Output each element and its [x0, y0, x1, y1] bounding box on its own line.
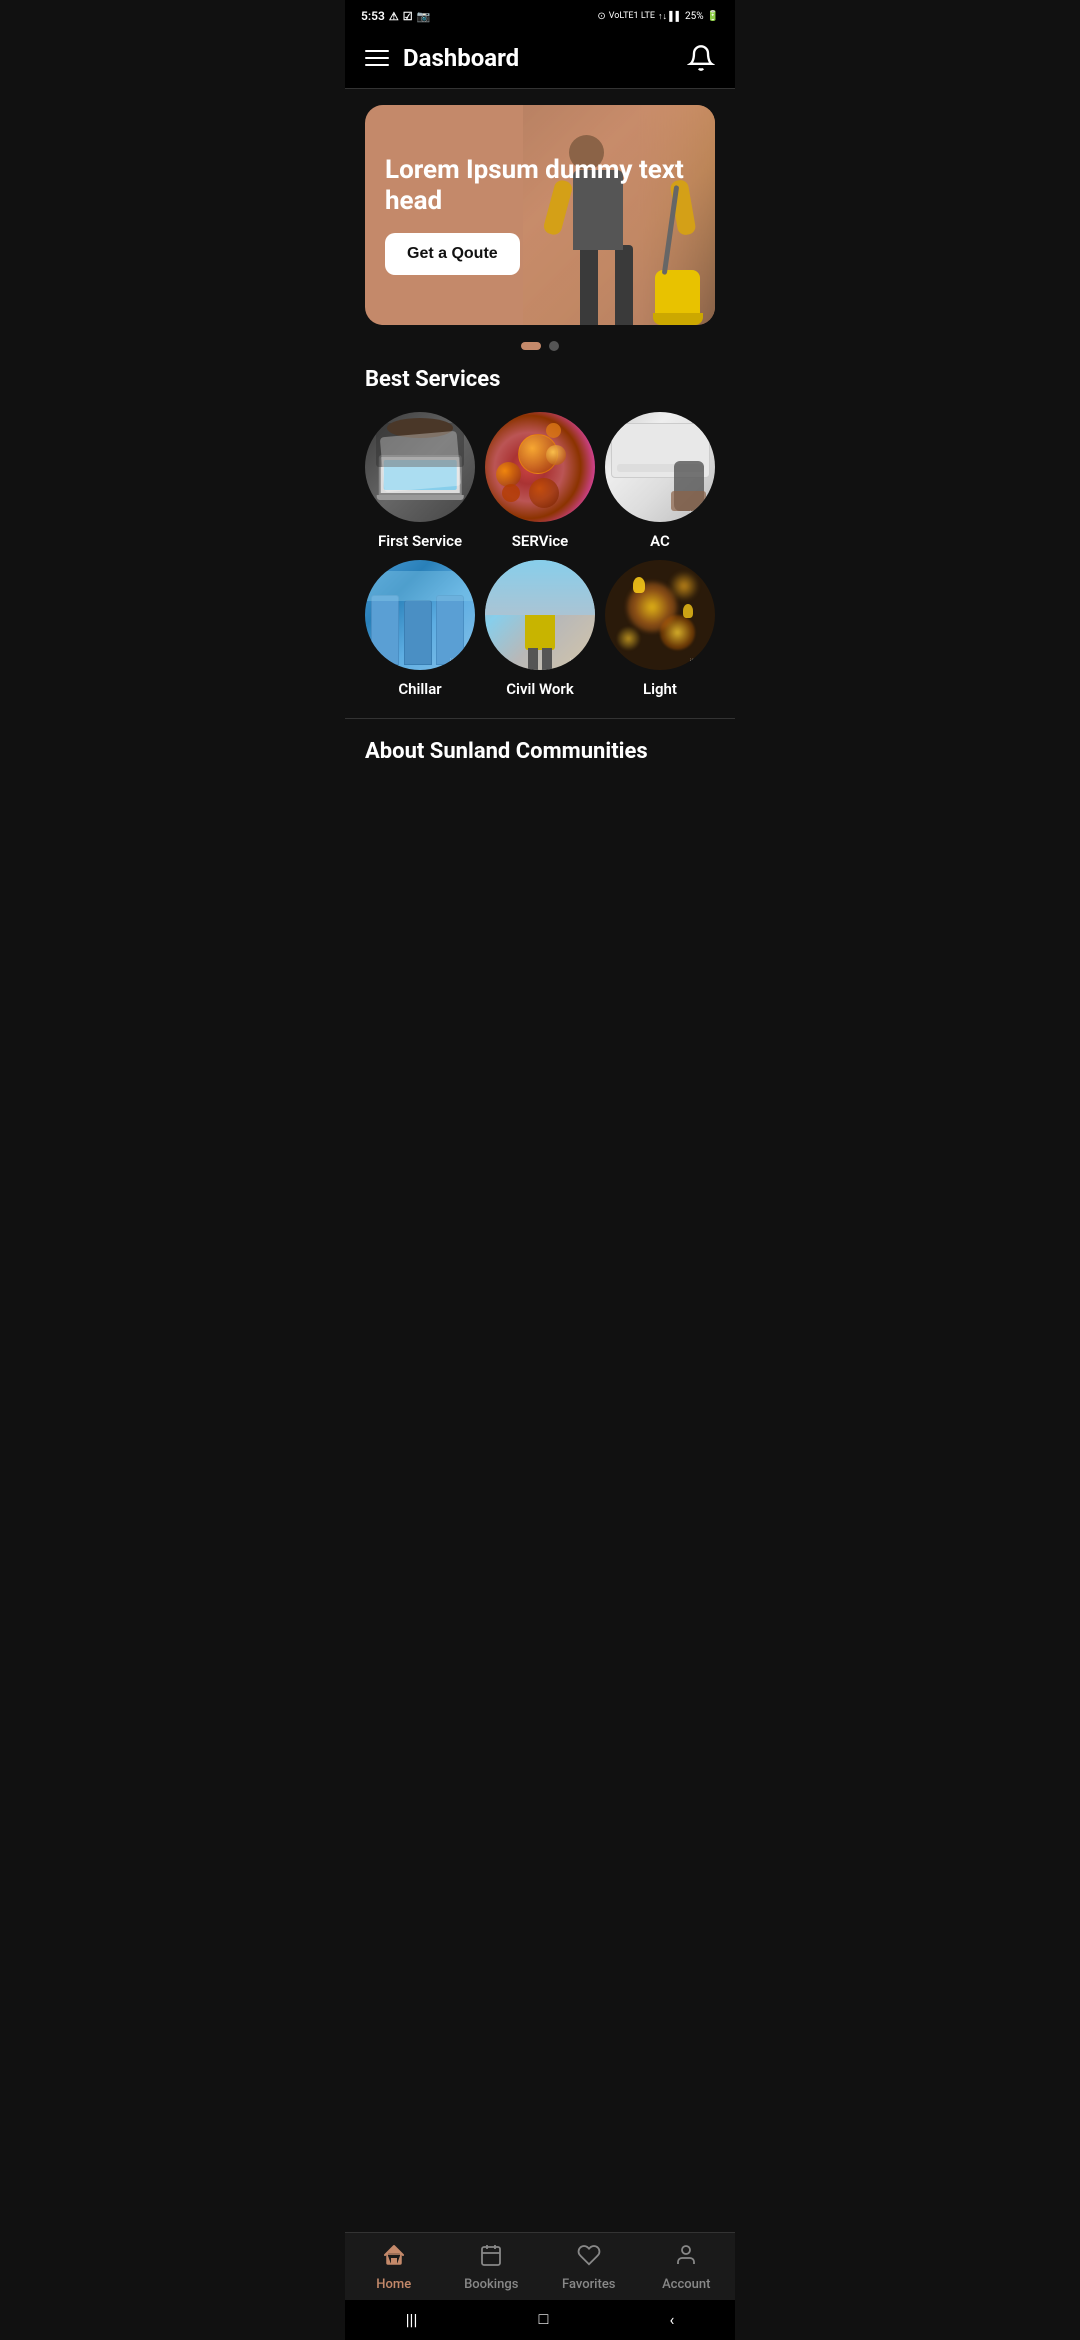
service-item-service[interactable]: SERVice — [485, 412, 595, 550]
nav-home-label: Home — [376, 2277, 411, 2292]
warning-icon: ⚠ — [389, 10, 399, 23]
best-services-title: Best Services — [365, 367, 715, 392]
service-label-civil: Civil Work — [506, 680, 574, 698]
home-icon — [382, 2243, 406, 2273]
istock-credit-light: iStock — [690, 658, 709, 666]
service-circle-chillar: iStock — [365, 560, 475, 670]
service-label-first: First Service — [378, 532, 462, 550]
status-bar: 5:53 ⚠ ☑ 📷 ⊙ VoLTE1 LTE ↑↓ ▌▌ 25% 🔋 — [345, 0, 735, 32]
hamburger-line-2 — [365, 57, 389, 59]
system-nav-recent[interactable]: ||| — [406, 2310, 418, 2329]
status-right: ⊙ VoLTE1 LTE ↑↓ ▌▌ 25% 🔋 — [597, 11, 719, 22]
system-nav-home[interactable]: □ — [539, 2309, 549, 2329]
service-label-service: SERVice — [512, 532, 569, 550]
heart-icon — [577, 2243, 601, 2273]
services-grid: First Service SERVice — [365, 412, 715, 698]
signal-icon: ↑↓ ▌▌ — [658, 11, 682, 22]
account-icon — [674, 2243, 698, 2273]
istock-credit-chillar: iStock — [450, 658, 469, 666]
nav-home[interactable]: Home — [359, 2243, 429, 2292]
nav-account[interactable]: Account — [651, 2243, 721, 2292]
about-section: About Sunland Communities — [345, 719, 735, 764]
dot-1[interactable] — [521, 342, 541, 350]
istock-credit-ac: iStock — [690, 510, 709, 518]
wifi-icon: ⊙ — [597, 11, 605, 22]
banner-title: Lorem Ipsum dummy text head — [385, 155, 695, 217]
main-content: Lorem Ipsum dummy text head Get a Qoute — [345, 105, 735, 868]
nav-bookings[interactable]: Bookings — [456, 2243, 526, 2292]
nav-favorites-label: Favorites — [562, 2277, 615, 2292]
promo-banner: Lorem Ipsum dummy text head Get a Qoute — [365, 105, 715, 325]
battery-text: 25% — [685, 11, 704, 22]
hamburger-menu-button[interactable] — [365, 50, 389, 66]
header-divider — [345, 88, 735, 89]
checkbox-icon: ☑ — [403, 10, 413, 23]
system-navigation: ||| □ ‹ — [345, 2300, 735, 2340]
service-item-ac[interactable]: iStock AC — [605, 412, 715, 550]
get-quote-button[interactable]: Get a Qoute — [385, 233, 520, 275]
istock-credit-civil: iStock — [570, 658, 589, 666]
service-circle-service — [485, 412, 595, 522]
service-label-ac: AC — [650, 532, 670, 550]
dot-2[interactable] — [549, 341, 559, 351]
about-title: About Sunland Communities — [365, 739, 715, 764]
service-item-light[interactable]: iStock Light — [605, 560, 715, 698]
service-item-civil[interactable]: iStock Civil Work — [485, 560, 595, 698]
nav-bookings-label: Bookings — [464, 2277, 518, 2292]
video-icon: 📷 — [417, 10, 431, 23]
banner-dots — [365, 341, 715, 351]
hamburger-line-1 — [365, 50, 389, 52]
battery-icon: 🔋 — [707, 11, 719, 22]
network-lte-icon: VoLTE1 LTE — [609, 11, 655, 21]
status-left: 5:53 ⚠ ☑ 📷 — [361, 9, 430, 23]
service-circle-civil: iStock — [485, 560, 595, 670]
nav-account-label: Account — [662, 2277, 710, 2292]
hamburger-line-3 — [365, 64, 389, 66]
header: Dashboard — [345, 32, 735, 88]
service-circle-first — [365, 412, 475, 522]
header-left: Dashboard — [365, 44, 519, 72]
service-label-light: Light — [643, 680, 677, 698]
service-item-chillar[interactable]: iStock Chillar — [365, 560, 475, 698]
system-nav-back[interactable]: ‹ — [670, 2310, 675, 2329]
status-time: 5:53 — [361, 9, 385, 23]
bookings-icon — [479, 2243, 503, 2273]
service-label-chillar: Chillar — [398, 680, 441, 698]
banner-content: Lorem Ipsum dummy text head Get a Qoute — [365, 105, 715, 325]
service-circle-ac: iStock — [605, 412, 715, 522]
notification-bell-button[interactable] — [687, 44, 715, 72]
service-circle-light: iStock — [605, 560, 715, 670]
nav-favorites[interactable]: Favorites — [554, 2243, 624, 2292]
service-item-first[interactable]: First Service — [365, 412, 475, 550]
bottom-navigation: Home Bookings Favorites Account — [345, 2232, 735, 2300]
page-title: Dashboard — [403, 44, 519, 72]
